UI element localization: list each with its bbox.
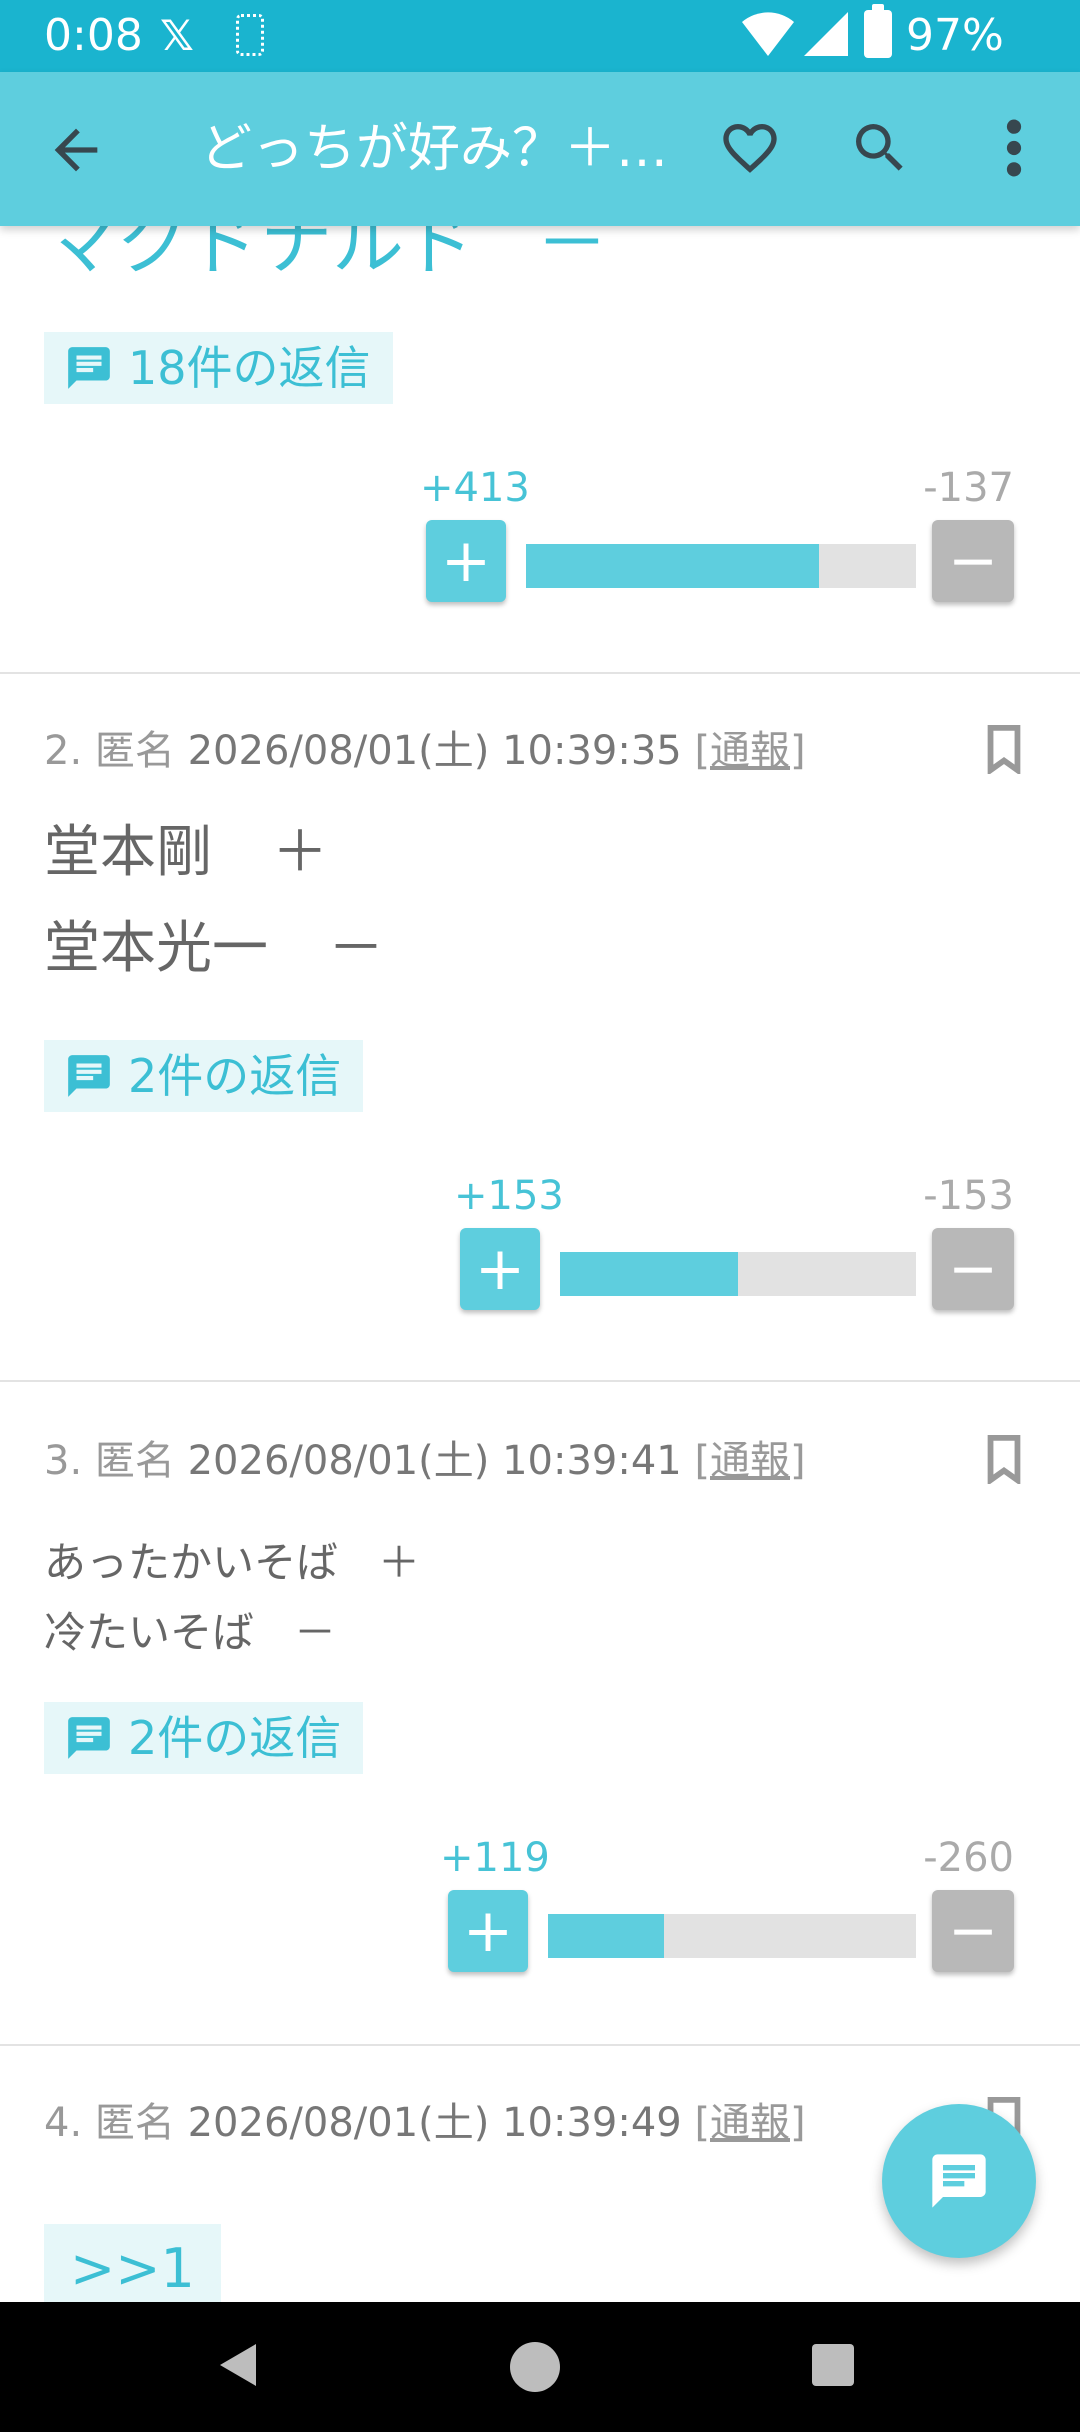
- post-author: 匿名: [94, 2100, 175, 2146]
- comment-icon: [68, 1717, 110, 1759]
- post-number: 2.: [44, 728, 83, 774]
- nav-recents-icon[interactable]: [812, 2344, 854, 2386]
- minus-vote-button[interactable]: −: [932, 1890, 1014, 1972]
- post-mark: －: [294, 1608, 337, 1657]
- nav-home-icon[interactable]: [510, 2342, 560, 2392]
- post-header: 2. 匿名 2026/08/01(土) 10:39:35 [通報]: [44, 718, 806, 776]
- plus-vote-button[interactable]: +: [460, 1228, 540, 1310]
- post-text: 堂本剛: [44, 820, 212, 885]
- post-mark: －: [536, 226, 609, 285]
- comment-icon: [68, 1055, 110, 1097]
- post-body-line: マクドナルド －: [44, 226, 608, 288]
- signal-icon: [804, 12, 848, 56]
- post-item: 2. 匿名 2026/08/01(土) 10:39:35 [通報] 堂本剛 ＋ 堂…: [0, 674, 1080, 1382]
- post-item: マクドナルド － 18件の返信 +413 -137 + −: [0, 226, 1080, 674]
- battery-icon: [864, 4, 892, 58]
- post-author: 匿名: [94, 728, 175, 774]
- post-text: 堂本光一: [44, 916, 268, 981]
- vote-ratio-bar: [560, 1252, 916, 1296]
- post-body-line: 堂本剛 ＋: [44, 812, 328, 894]
- bookmark-icon[interactable]: [984, 724, 1024, 774]
- vote-ratio-bar: [526, 544, 916, 588]
- wifi-icon: [742, 12, 794, 56]
- post-body-line: 冷たいそば －: [44, 1602, 336, 1664]
- post-body-line: あったかいそば ＋: [44, 1532, 420, 1594]
- minus-count: -153: [923, 1173, 1014, 1219]
- post-text: 冷たいそば: [44, 1608, 255, 1657]
- post-item: 3. 匿名 2026/08/01(土) 10:39:41 [通報] あったかいそ…: [0, 1382, 1080, 2046]
- anchor-link[interactable]: >>1: [44, 2224, 221, 2302]
- reply-count-label: 2件の返信: [128, 1711, 342, 1765]
- plus-count: +413: [420, 465, 530, 511]
- vote-ratio-fill: [548, 1914, 664, 1958]
- more-vert-icon[interactable]: [996, 116, 1032, 180]
- plus-vote-button[interactable]: +: [448, 1890, 528, 1972]
- post-datetime: 2026/08/01(土) 10:39:41: [187, 1438, 682, 1484]
- vote-widget: +153 -153 + −: [454, 1172, 1014, 1312]
- reply-count-chip[interactable]: 18件の返信: [44, 332, 393, 404]
- plus-vote-button[interactable]: +: [426, 520, 506, 602]
- vote-widget: +413 -137 + −: [420, 464, 1014, 604]
- status-bar: 0:08 𝕏 97%: [0, 0, 1080, 72]
- vote-ratio-bar: [548, 1914, 916, 1958]
- post-mark: ＋: [378, 1538, 421, 1587]
- vote-ratio-fill: [526, 544, 819, 588]
- minus-vote-button[interactable]: −: [932, 520, 1014, 602]
- reply-count-chip[interactable]: 2件の返信: [44, 1040, 364, 1112]
- post-author: 匿名: [94, 1438, 175, 1484]
- anchor-label: >>1: [70, 2237, 195, 2300]
- post-header: 4. 匿名 2026/08/01(土) 10:39:49 [通報]: [44, 2090, 806, 2148]
- back-arrow-icon[interactable]: [44, 118, 108, 182]
- minus-count: -137: [923, 465, 1014, 511]
- plus-count: +153: [454, 1173, 564, 1219]
- compose-comment-button[interactable]: [882, 2104, 1036, 2258]
- app-bar: どっちが好み？＋…: [0, 72, 1080, 226]
- reply-count-label: 18件の返信: [128, 341, 371, 395]
- post-number: 3.: [44, 1438, 83, 1484]
- post-mark: ＋: [272, 820, 328, 885]
- heart-icon[interactable]: [718, 116, 782, 180]
- bookmark-icon[interactable]: [984, 1434, 1024, 1484]
- x-app-icon: 𝕏: [160, 11, 194, 60]
- vote-ratio-fill: [560, 1252, 738, 1296]
- status-time: 0:08: [44, 10, 143, 61]
- post-header: 3. 匿名 2026/08/01(土) 10:39:41 [通報]: [44, 1428, 806, 1486]
- reply-count-label: 2件の返信: [128, 1049, 342, 1103]
- post-datetime: 2026/08/01(土) 10:39:35: [187, 728, 682, 774]
- report-link[interactable]: [通報]: [694, 728, 805, 774]
- post-text: マクドナルド: [44, 226, 477, 285]
- nav-back-icon[interactable]: [216, 2340, 260, 2390]
- search-icon[interactable]: [848, 116, 912, 180]
- reply-count-chip[interactable]: 2件の返信: [44, 1702, 364, 1774]
- post-mark: －: [328, 916, 384, 981]
- page-title: どっちが好み？＋…: [200, 119, 669, 179]
- minus-vote-button[interactable]: −: [932, 1228, 1014, 1310]
- minus-count: -260: [923, 1835, 1014, 1881]
- post-body-line: 堂本光一 －: [44, 908, 384, 990]
- plus-count: +119: [440, 1835, 550, 1881]
- vote-widget: +119 -260 + −: [440, 1834, 1014, 1974]
- system-nav-bar: [0, 2302, 1080, 2432]
- comment-icon: [68, 347, 110, 389]
- post-number: 4.: [44, 2100, 83, 2146]
- post-datetime: 2026/08/01(土) 10:39:49: [187, 2100, 682, 2146]
- battery-percent: 97%: [906, 10, 1004, 61]
- report-link[interactable]: [通報]: [694, 1438, 805, 1484]
- post-text: あったかいそば: [44, 1538, 339, 1587]
- comment-icon: [932, 2154, 986, 2208]
- report-link[interactable]: [通報]: [694, 2100, 805, 2146]
- vibrate-icon: [236, 14, 264, 56]
- post-list[interactable]: マクドナルド － 18件の返信 +413 -137 + − 2. 匿名 2026/…: [0, 226, 1080, 2302]
